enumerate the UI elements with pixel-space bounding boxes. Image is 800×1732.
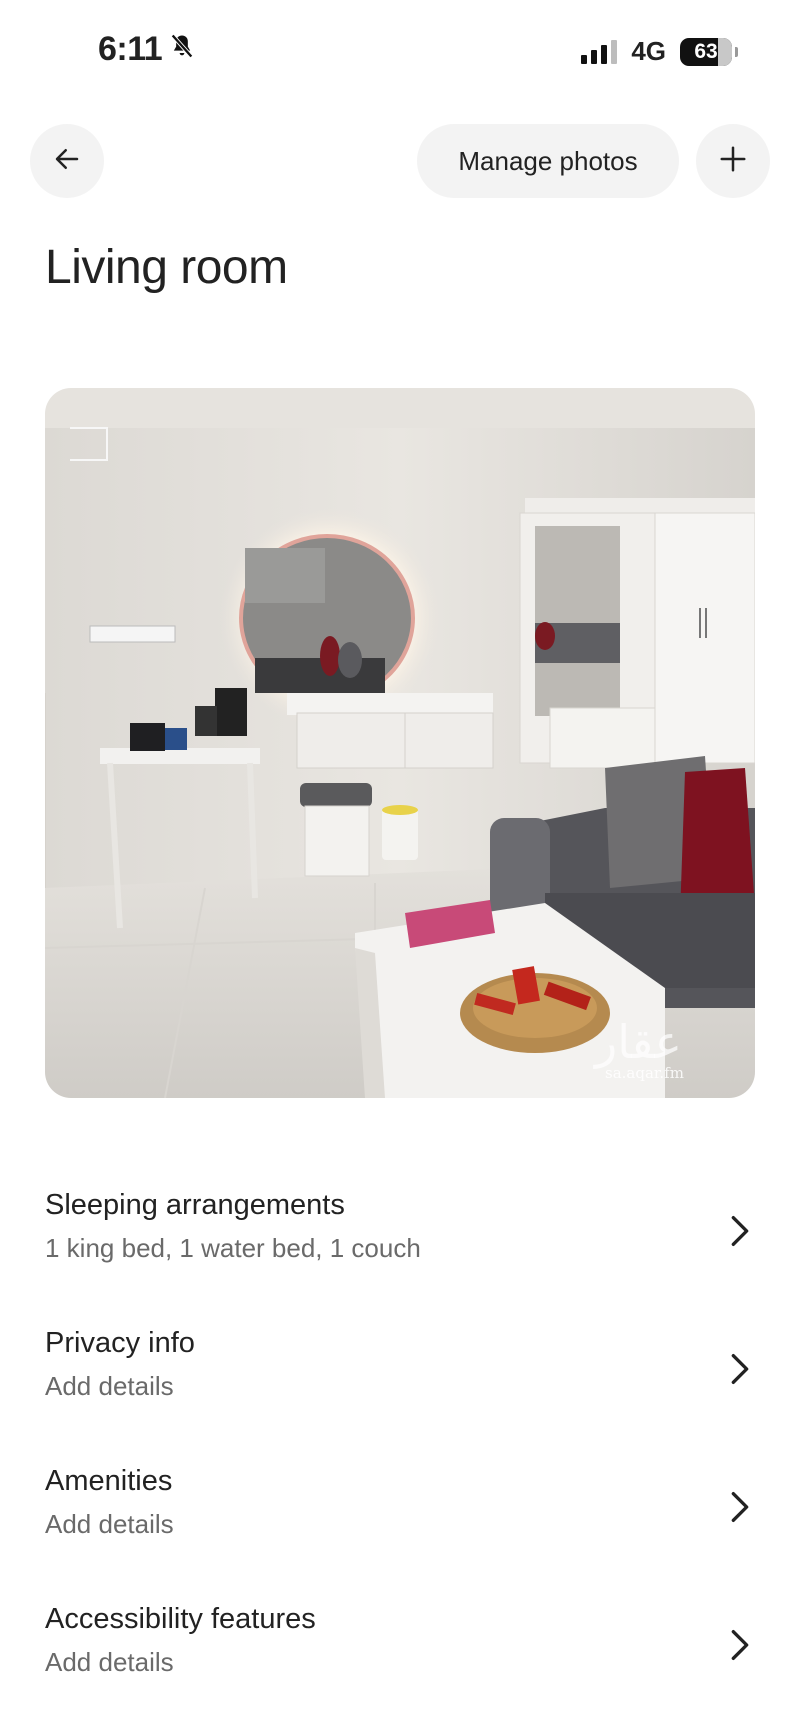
plus-icon xyxy=(718,144,748,179)
accessibility-features-row[interactable]: Accessibility features Add details xyxy=(0,1589,800,1709)
status-bar: 6:11 4G 63 xyxy=(0,0,800,110)
status-time: 6:11 xyxy=(98,30,163,68)
signal-icon xyxy=(581,39,618,64)
status-time-group: 6:11 xyxy=(98,30,196,69)
row-subtitle: Add details xyxy=(45,1371,174,1401)
page-title: Living room xyxy=(45,241,288,294)
arrow-left-icon xyxy=(52,144,82,179)
chevron-right-icon xyxy=(731,1216,749,1246)
bell-slash-icon xyxy=(168,30,196,69)
row-subtitle: 1 king bed, 1 water bed, 1 couch xyxy=(45,1233,421,1263)
row-title: Sleeping arrangements xyxy=(45,1189,345,1221)
status-right: 4G 63 xyxy=(581,36,738,67)
sleeping-arrangements-row[interactable]: Sleeping arrangements 1 king bed, 1 wate… xyxy=(0,1175,800,1295)
room-photo-image: sa.aqar.fm عقار xyxy=(45,388,755,1098)
back-button[interactable] xyxy=(30,124,104,198)
room-photo[interactable]: sa.aqar.fm عقار xyxy=(45,388,755,1098)
row-subtitle: Add details xyxy=(45,1509,174,1539)
chevron-right-icon xyxy=(731,1354,749,1384)
add-photo-button[interactable] xyxy=(696,124,770,198)
amenities-row[interactable]: Amenities Add details xyxy=(0,1451,800,1571)
privacy-info-row[interactable]: Privacy info Add details xyxy=(0,1313,800,1433)
network-label: 4G xyxy=(631,36,666,66)
battery-icon: 63 xyxy=(680,37,738,66)
battery-level: 63 xyxy=(694,39,718,63)
row-title: Accessibility features xyxy=(45,1603,316,1635)
row-title: Privacy info xyxy=(45,1327,195,1359)
row-subtitle: Add details xyxy=(45,1647,174,1677)
chevron-right-icon xyxy=(731,1630,749,1660)
chevron-right-icon xyxy=(731,1492,749,1522)
manage-photos-button[interactable]: Manage photos xyxy=(417,124,679,198)
row-title: Amenities xyxy=(45,1465,173,1497)
watermark-logo: عقار xyxy=(593,1015,682,1069)
